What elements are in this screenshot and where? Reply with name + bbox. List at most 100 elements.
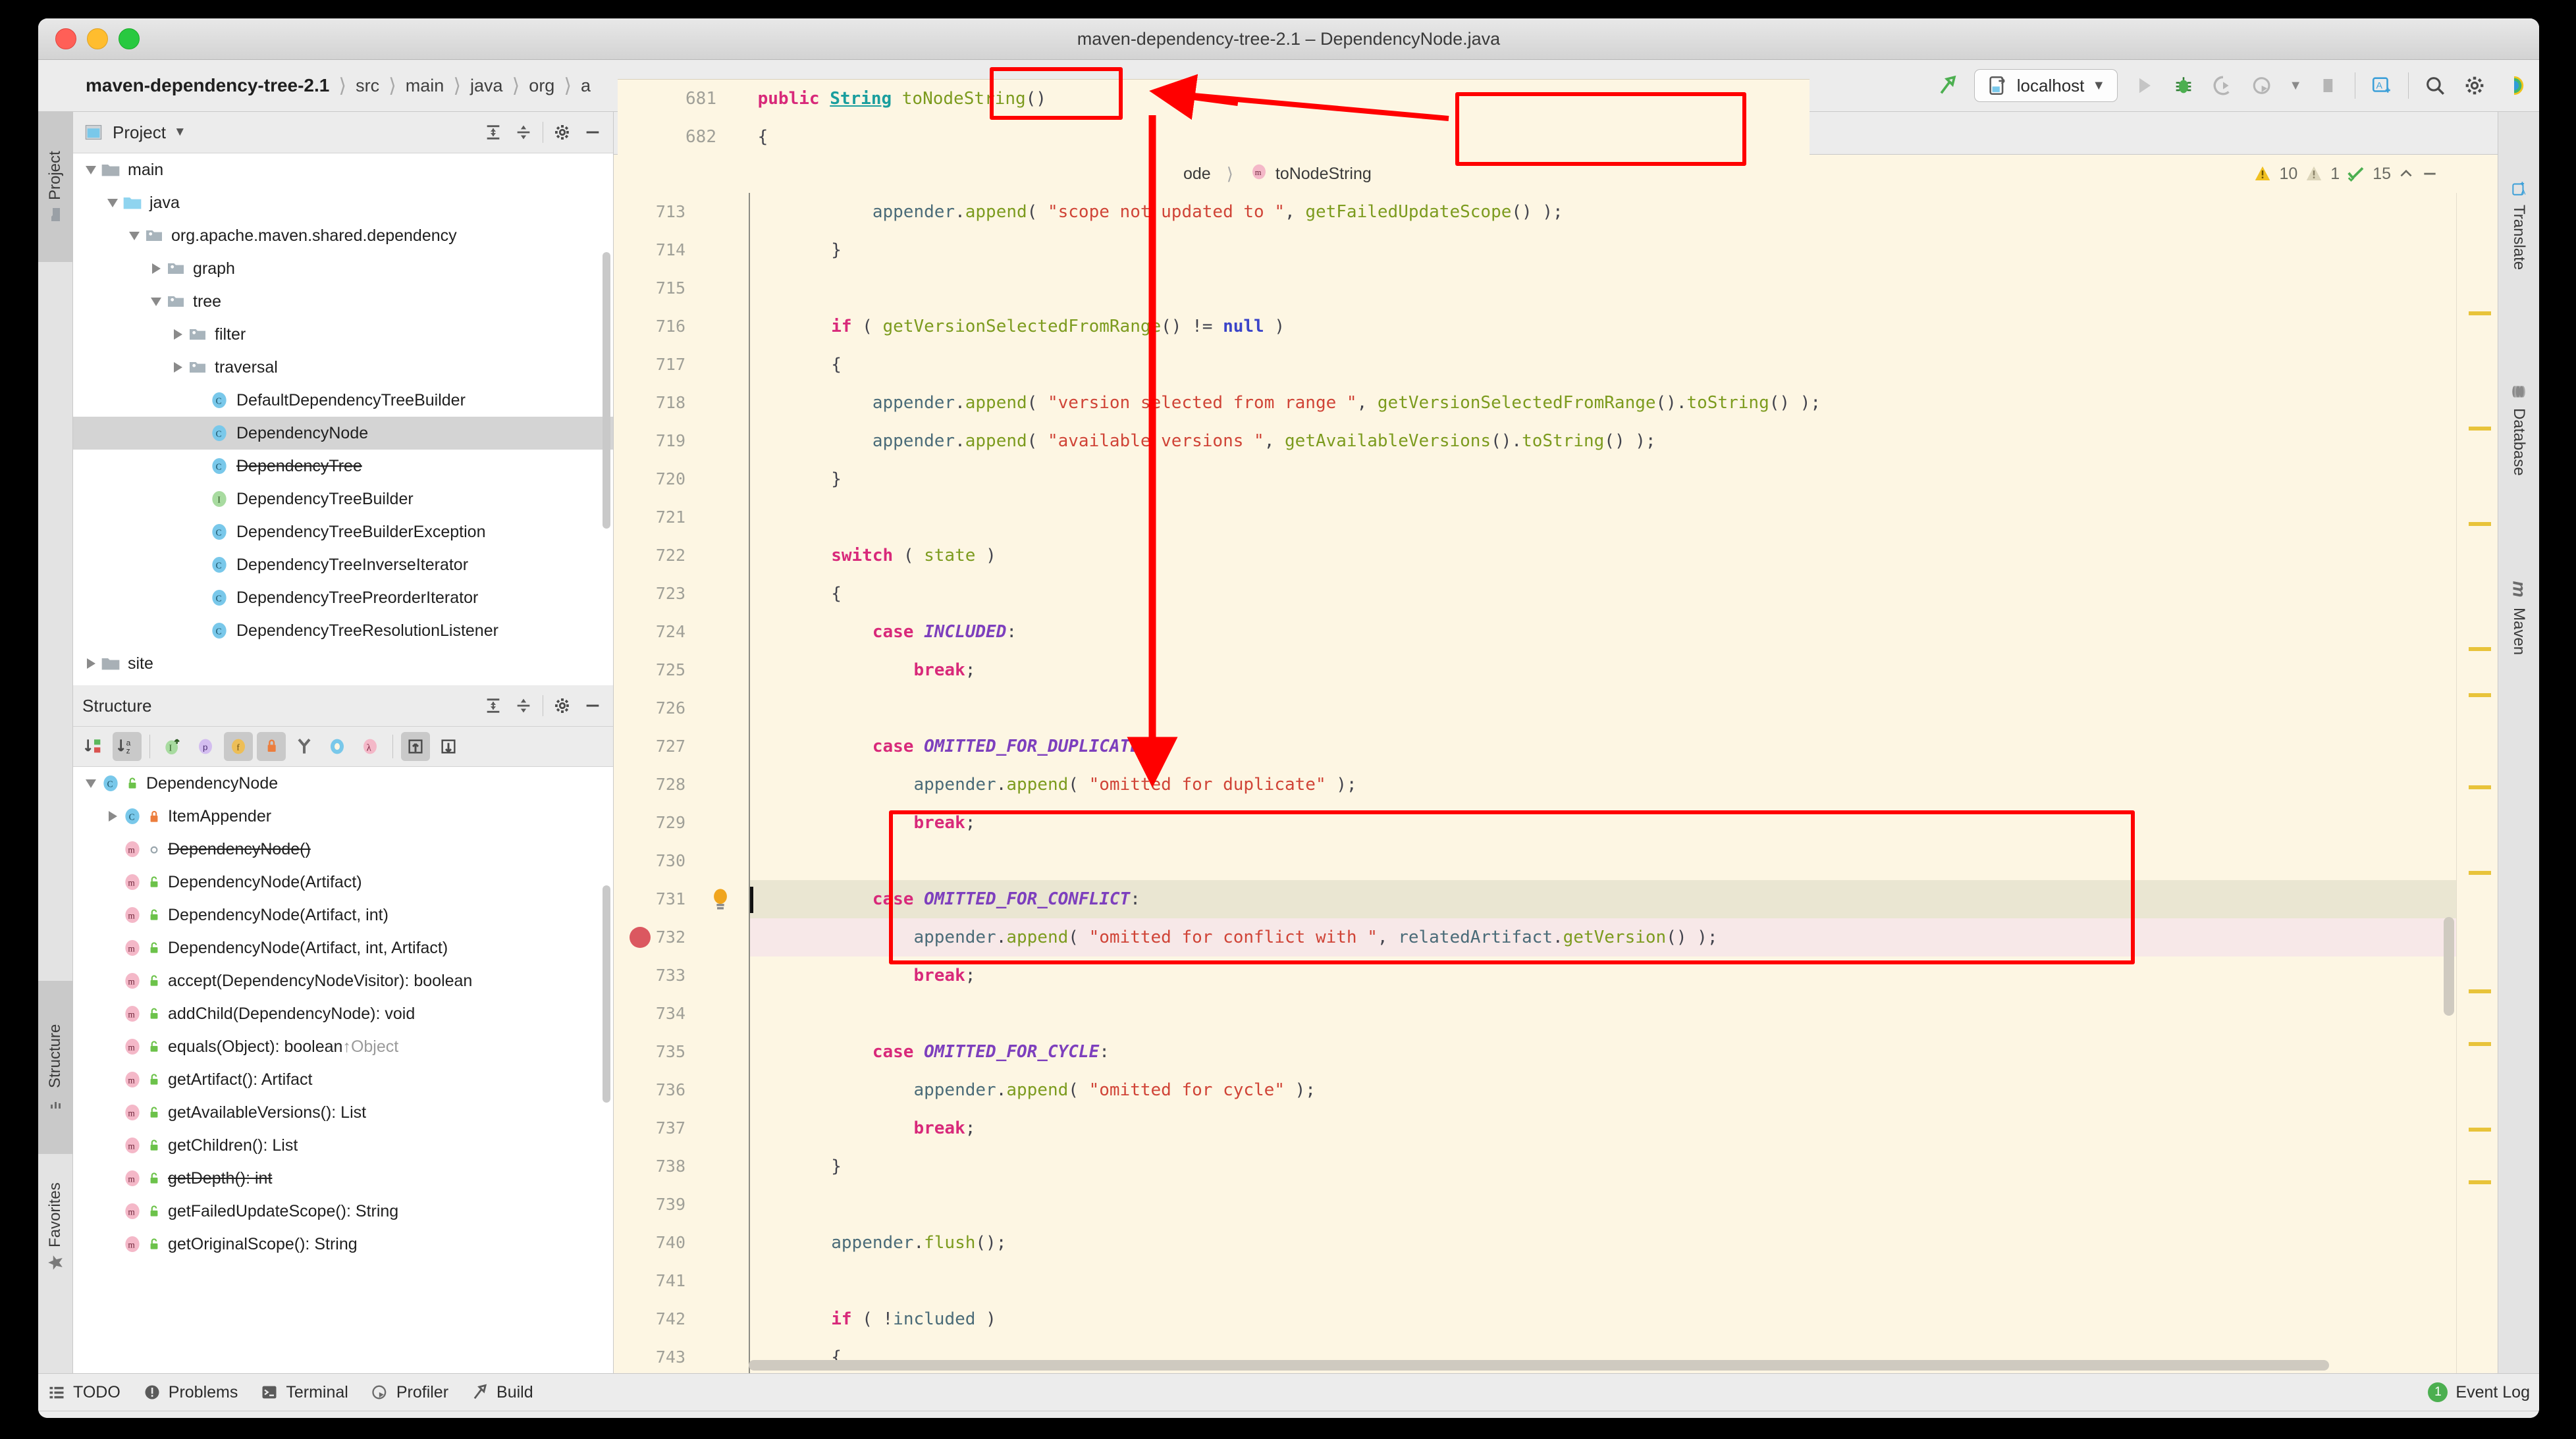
- sidebar-item-maven[interactable]: m Maven: [2498, 525, 2539, 708]
- show-fields-icon[interactable]: f: [224, 732, 253, 761]
- structure-tree-row[interactable]: m addChild(DependencyNode): void: [73, 997, 613, 1030]
- hide-panel-icon[interactable]: [581, 694, 604, 717]
- project-tree-row[interactable]: C DefaultDependencyTreeBuilder: [73, 384, 613, 417]
- breadcrumb-item-org[interactable]: org: [529, 76, 554, 96]
- run-with-coverage-icon[interactable]: [2210, 72, 2236, 99]
- stop-icon[interactable]: [2315, 72, 2342, 99]
- run-icon[interactable]: [2131, 72, 2157, 99]
- toolwindow-problems[interactable]: Problems: [143, 1383, 238, 1402]
- structure-tree-row[interactable]: m getChildren(): List: [73, 1129, 613, 1162]
- structure-tree-row[interactable]: m getAvailableVersions(): List: [73, 1096, 613, 1129]
- twisty-collapsed-icon[interactable]: [82, 658, 99, 669]
- toolwindow-profiler[interactable]: Profiler: [371, 1383, 448, 1402]
- twisty-collapsed-icon[interactable]: [169, 329, 186, 340]
- breadcrumb-project[interactable]: maven-dependency-tree-2.1: [86, 75, 329, 96]
- structure-tree-row[interactable]: C ItemAppender: [73, 800, 613, 833]
- show-lambdas-icon[interactable]: λ: [356, 732, 385, 761]
- collapse-all-icon[interactable]: [512, 694, 535, 717]
- sidebar-item-database[interactable]: Database: [2498, 321, 2539, 537]
- sidebar-item-structure[interactable]: Structure: [38, 981, 72, 1154]
- structure-tree-row[interactable]: m getArtifact(): Artifact: [73, 1063, 613, 1096]
- show-inherited-icon[interactable]: I: [158, 732, 187, 761]
- code-view[interactable]: 713 714 715 716 717 718 719 720 721 722 723 724 725 7…: [614, 193, 2498, 1373]
- structure-tree-row[interactable]: m equals(Object): boolean ↑Object: [73, 1030, 613, 1063]
- project-tree-row[interactable]: C DependencyTreeBuilderException: [73, 515, 613, 548]
- gear-icon[interactable]: [551, 121, 574, 144]
- profile-icon[interactable]: [2249, 72, 2276, 99]
- breadcrumb-item-a[interactable]: a: [581, 76, 591, 96]
- structure-tree-row[interactable]: m getDepth(): int: [73, 1162, 613, 1195]
- project-tree-row[interactable]: test: [73, 680, 613, 685]
- intention-bulb-icon[interactable]: [709, 887, 732, 912]
- sort-alphabetically-icon[interactable]: az: [113, 732, 142, 761]
- structure-tree-row[interactable]: m getFailedUpdateScope(): String: [73, 1195, 613, 1228]
- project-tree-row[interactable]: I DependencyTreeBuilder: [73, 483, 613, 515]
- autoscroll-to-source-icon[interactable]: [401, 732, 430, 761]
- project-tree-scrollbar[interactable]: [603, 252, 610, 529]
- expand-all-icon[interactable]: [482, 694, 504, 717]
- gear-icon[interactable]: [551, 694, 574, 717]
- autoscroll-from-source-icon[interactable]: [434, 732, 463, 761]
- structure-tree-scrollbar[interactable]: [603, 885, 610, 1103]
- project-tree-row[interactable]: graph: [73, 252, 613, 285]
- twisty-collapsed-icon[interactable]: [104, 811, 121, 822]
- expand-all-icon[interactable]: [482, 121, 504, 144]
- project-tree-row[interactable]: C DependencyTreePreorderIterator: [73, 581, 613, 614]
- translate-icon[interactable]: A: [2369, 72, 2395, 99]
- show-interfaces-icon[interactable]: [323, 732, 352, 761]
- structure-tree-row[interactable]: m getOriginalScope(): String: [73, 1228, 613, 1261]
- inspection-widget[interactable]: 10 1 15: [2253, 164, 2438, 184]
- project-tree-row[interactable]: C DependencyNode: [73, 417, 613, 450]
- twisty-expanded-icon[interactable]: [148, 297, 165, 306]
- run-configuration-selector[interactable]: localhost ▼: [1973, 69, 2118, 102]
- toolwindow-build[interactable]: Build: [471, 1383, 533, 1402]
- twisty-expanded-icon[interactable]: [126, 231, 143, 240]
- project-tree-row[interactable]: C DependencyTree: [73, 450, 613, 483]
- project-tree-row[interactable]: filter: [73, 318, 613, 351]
- build-hammer-icon[interactable]: [1935, 72, 1961, 99]
- breadcrumb-method[interactable]: toNodeString: [1275, 165, 1372, 184]
- structure-tree-row[interactable]: m DependencyNode(Artifact, int): [73, 899, 613, 931]
- breadcrumb-item-java[interactable]: java: [470, 76, 503, 96]
- structure-tree-row[interactable]: C DependencyNode: [73, 767, 613, 800]
- project-tree-row[interactable]: tree: [73, 285, 613, 318]
- error-stripe[interactable]: [2444, 193, 2498, 1373]
- sidebar-item-project[interactable]: Project: [38, 112, 72, 262]
- structure-tree-row[interactable]: m DependencyNode(Artifact): [73, 866, 613, 899]
- toolwindow-terminal[interactable]: Terminal: [260, 1383, 348, 1402]
- structure-tree-row[interactable]: m DependencyNode(Artifact, int, Artifact): [73, 931, 613, 964]
- toolwindow-todo[interactable]: TODO: [47, 1383, 121, 1402]
- breadcrumb-class[interactable]: ode: [1183, 165, 1211, 184]
- show-properties-icon[interactable]: p: [191, 732, 220, 761]
- twisty-expanded-icon[interactable]: [104, 198, 121, 207]
- project-tree-row[interactable]: main: [73, 153, 613, 186]
- chevron-down-icon[interactable]: ▼: [174, 125, 186, 140]
- hide-panel-icon[interactable]: [581, 121, 604, 144]
- twisty-expanded-icon[interactable]: [82, 779, 99, 788]
- chevron-down-icon[interactable]: ▼: [2289, 78, 2302, 93]
- project-tree-row[interactable]: C DependencyTreeResolutionListener: [73, 614, 613, 647]
- structure-tree-row[interactable]: m DependencyNode(): [73, 833, 613, 866]
- project-tree[interactable]: main java org.apache.maven.shared.dependen…: [73, 153, 613, 685]
- sidebar-item-translate[interactable]: A Translate: [2498, 117, 2539, 333]
- breadcrumb-item-main[interactable]: main: [406, 76, 444, 96]
- event-log-button[interactable]: 1 Event Log: [2428, 1382, 2530, 1402]
- debug-icon[interactable]: [2170, 72, 2197, 99]
- status-avatar[interactable]: [2510, 1417, 2530, 1419]
- gear-icon[interactable]: [2461, 72, 2488, 99]
- project-tree-row[interactable]: java: [73, 186, 613, 219]
- project-tree-row[interactable]: C DependencyTreeInverseIterator: [73, 548, 613, 581]
- project-tree-row[interactable]: org.apache.maven.shared.dependency: [73, 219, 613, 252]
- project-tree-row[interactable]: site: [73, 647, 613, 680]
- horizontal-scrollbar[interactable]: [749, 1360, 2329, 1371]
- collapse-all-icon[interactable]: [512, 121, 535, 144]
- plugin-icon[interactable]: [2501, 72, 2527, 99]
- twisty-collapsed-icon[interactable]: [148, 263, 165, 274]
- breakpoint-icon[interactable]: [630, 927, 651, 948]
- code-text[interactable]: appender.append( "scope not updated to "…: [749, 193, 2456, 1373]
- sidebar-item-favorites[interactable]: Favorites: [38, 1142, 72, 1312]
- sort-by-visibility-icon[interactable]: [80, 732, 109, 761]
- vertical-scrollbar[interactable]: [2444, 917, 2454, 1016]
- editor-gutter[interactable]: 713 714 715 716 717 718 719 720 721 722 723 724 725 7…: [614, 193, 749, 1373]
- project-tree-row[interactable]: traversal: [73, 351, 613, 384]
